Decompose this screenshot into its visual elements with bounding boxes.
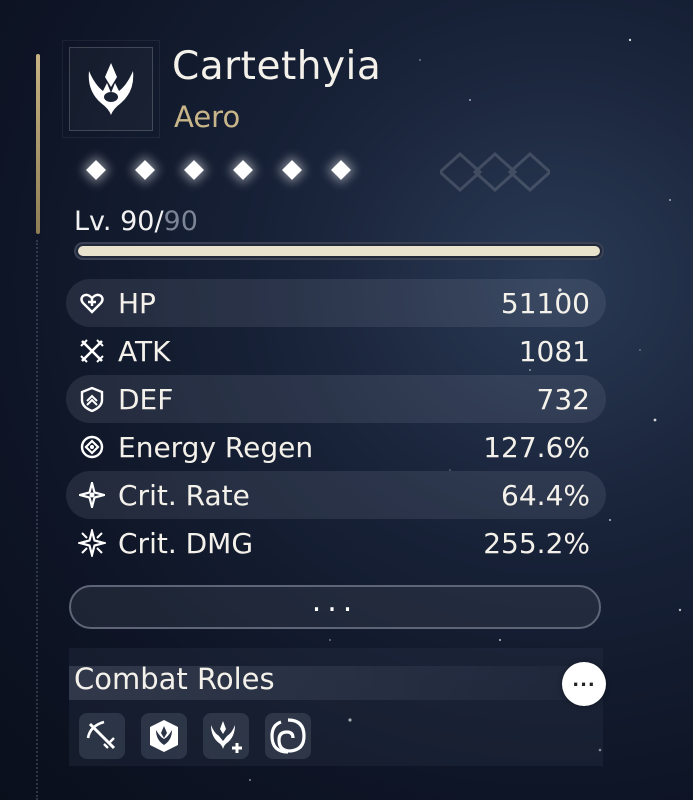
level-indicator: Lv. 90/90 [74,206,198,237]
stat-label: DEF [118,382,174,416]
stat-row-hp: HP 51100 [66,279,606,327]
rarity-diamond-icon [233,160,253,180]
stat-value: 127.6% [483,430,590,464]
combat-roles-panel: Combat Roles ... [69,648,606,766]
combat-role-icons [79,713,311,759]
stat-row-energy-regen: Energy Regen 127.6% [66,423,606,471]
stat-value: 732 [536,382,590,416]
more-stats-button[interactable]: ... [69,585,601,629]
stat-label: Crit. DMG [118,526,254,560]
crossed-swords-icon [78,337,106,365]
stat-value: 64.4% [501,478,590,512]
level-max: 90 [163,206,198,237]
heart-icon [78,289,106,317]
rarity-diamond-icon [184,160,204,180]
aero-element-emblem-icon [62,40,160,138]
rarity-diamonds [86,160,351,180]
crit-rate-icon [78,481,106,509]
stat-row-crit-dmg: Crit. DMG 255.2% [66,519,606,567]
vortex-icon[interactable] [265,713,311,759]
stat-label: HP [118,286,156,320]
stat-value: 1081 [518,334,590,368]
stat-label: Crit. Rate [118,478,250,512]
side-rune-decoration [36,240,44,800]
crit-dmg-icon [78,529,106,557]
rarity-diamond-icon [86,160,106,180]
sword-slash-icon[interactable] [79,713,125,759]
rarity-diamond-icon [282,160,302,180]
energy-regen-icon [78,433,106,461]
aero-shield-icon[interactable] [141,713,187,759]
more-stats-label: ... [311,584,359,619]
stat-value: 255.2% [483,526,590,560]
stats-panel: HP 51100 ATK 1081 DEF 732 Energy Regen 1… [66,279,606,567]
combat-roles-title: Combat Roles [74,662,275,696]
rarity-diamond-icon [135,160,155,180]
stat-row-atk: ATK 1081 [66,327,606,375]
stat-label: Energy Regen [118,430,314,464]
character-name: Cartethyia [172,44,382,89]
accent-bar [36,54,40,234]
level-progress-bar [74,242,604,260]
level-current: Lv. 90/ [74,206,164,237]
level-progress-fill [78,246,600,256]
rarity-ornament-icon [440,151,550,193]
element-label: Aero [174,100,241,134]
stat-label: ATK [118,334,171,368]
combat-roles-more-button[interactable]: ... [562,662,606,706]
stat-row-def: DEF 732 [66,375,606,423]
combat-roles-more-label: ... [572,670,596,691]
shield-icon [78,385,106,413]
stat-value: 51100 [500,286,590,320]
aero-heal-icon[interactable] [203,713,249,759]
rarity-diamond-icon [331,160,351,180]
stat-row-crit-rate: Crit. Rate 64.4% [66,471,606,519]
